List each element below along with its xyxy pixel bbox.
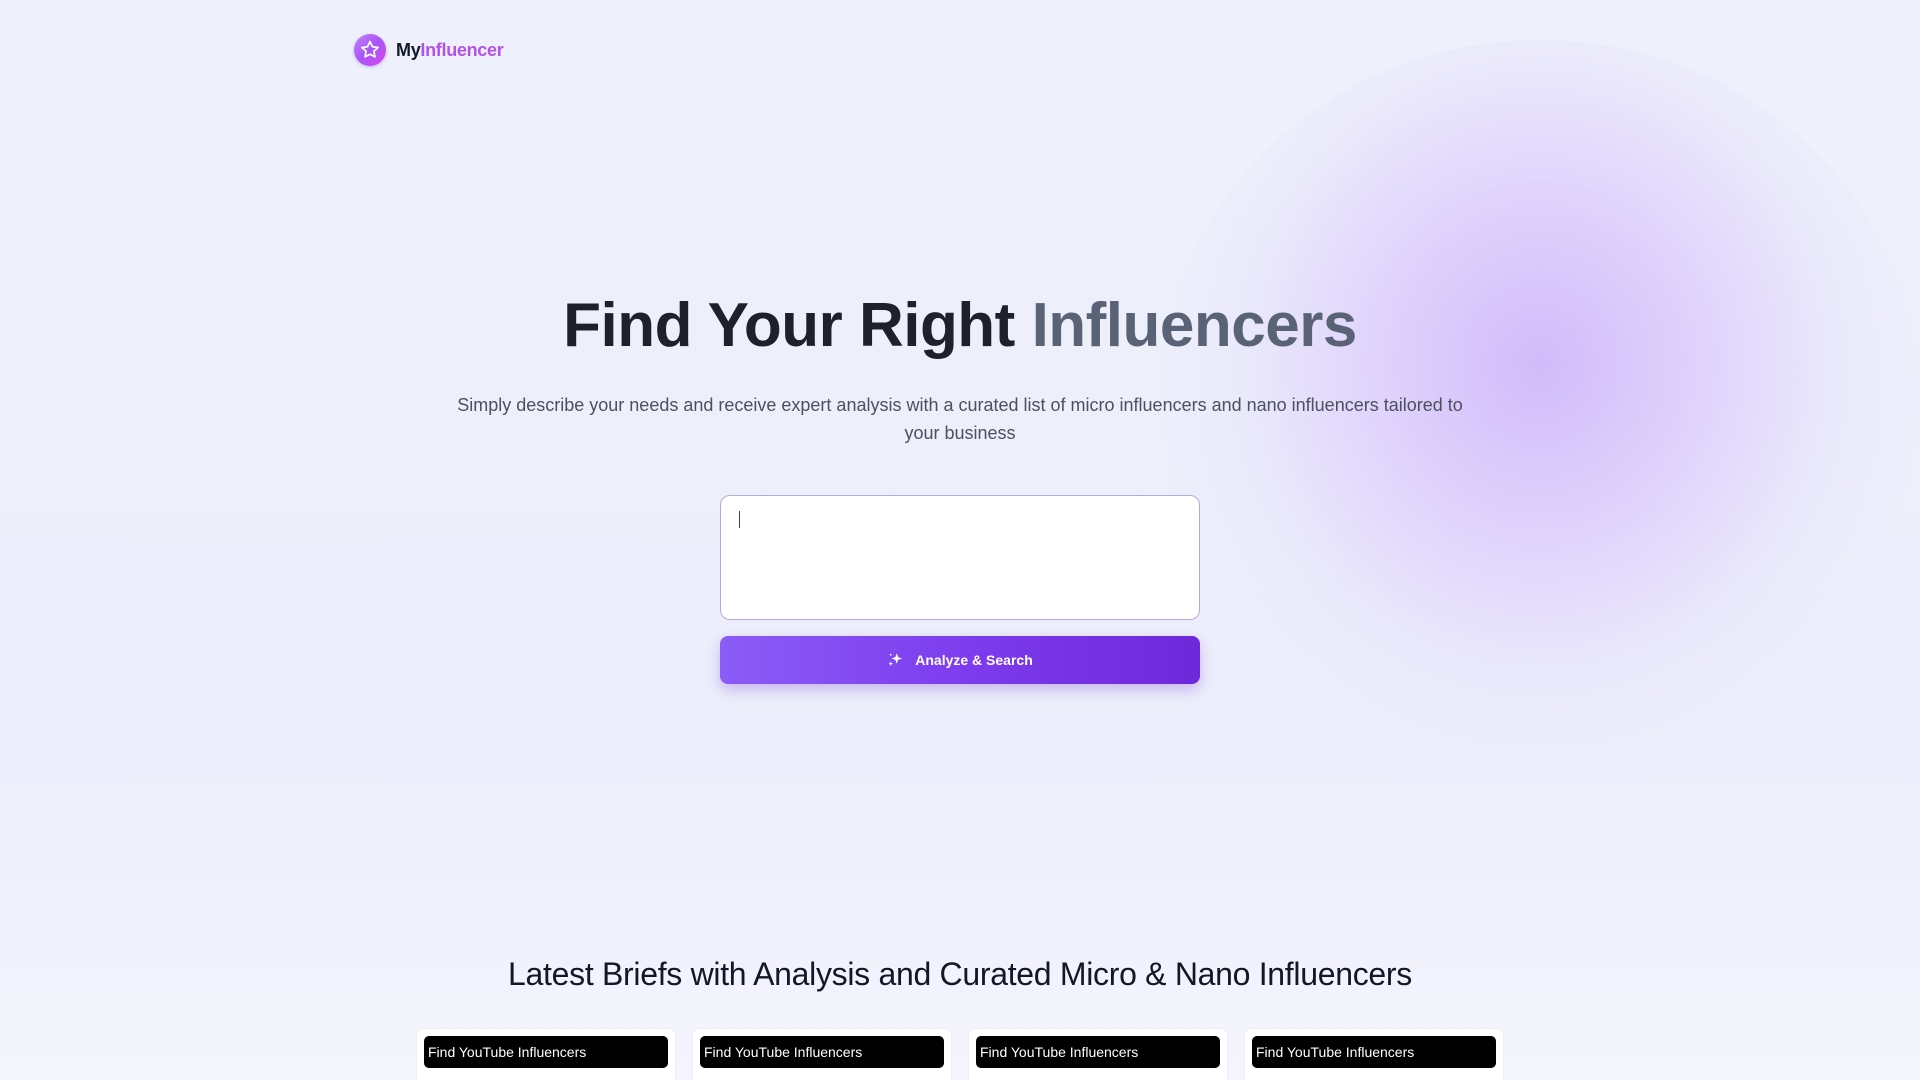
hero-title-main: Find Your Right xyxy=(563,291,1032,360)
text-caret xyxy=(739,511,740,528)
sparkles-icon xyxy=(887,651,905,669)
brand-prefix: My xyxy=(396,39,421,60)
brief-card[interactable]: Find YouTube Influencers xyxy=(416,1028,676,1080)
analyze-search-button[interactable]: Analyze & Search xyxy=(720,636,1200,684)
site-header: MyInfluencer xyxy=(354,33,504,67)
logo-link[interactable] xyxy=(354,34,386,66)
brief-card-tag: Find YouTube Influencers xyxy=(424,1036,668,1068)
hero-subtitle: Simply describe your needs and receive e… xyxy=(457,395,1463,443)
briefs-card-list: Find YouTube Influencers Find YouTube In… xyxy=(416,1028,1504,1080)
brief-input[interactable] xyxy=(720,495,1200,620)
brand-suffix: Influencer xyxy=(420,39,504,60)
hero-title-accent: Influencers xyxy=(1031,291,1358,360)
analyze-search-label: Analyze & Search xyxy=(915,652,1033,668)
brand-name[interactable]: MyInfluencer xyxy=(396,39,504,61)
briefs-heading: Latest Briefs with Analysis and Curated … xyxy=(508,956,1412,992)
brief-card-tag: Find YouTube Influencers xyxy=(976,1036,1220,1068)
brief-card[interactable]: Find YouTube Influencers xyxy=(1244,1028,1504,1080)
brief-card[interactable]: Find YouTube Influencers xyxy=(692,1028,952,1080)
star-icon xyxy=(361,40,379,58)
brief-card[interactable]: Find YouTube Influencers xyxy=(968,1028,1228,1080)
brief-card-tag: Find YouTube Influencers xyxy=(700,1036,944,1068)
brief-card-tag: Find YouTube Influencers xyxy=(1252,1036,1496,1068)
hero-title: Find Your Right Influencers xyxy=(0,290,1920,361)
page: MyInfluencer Find Your Right Influencers… xyxy=(0,0,1920,1080)
